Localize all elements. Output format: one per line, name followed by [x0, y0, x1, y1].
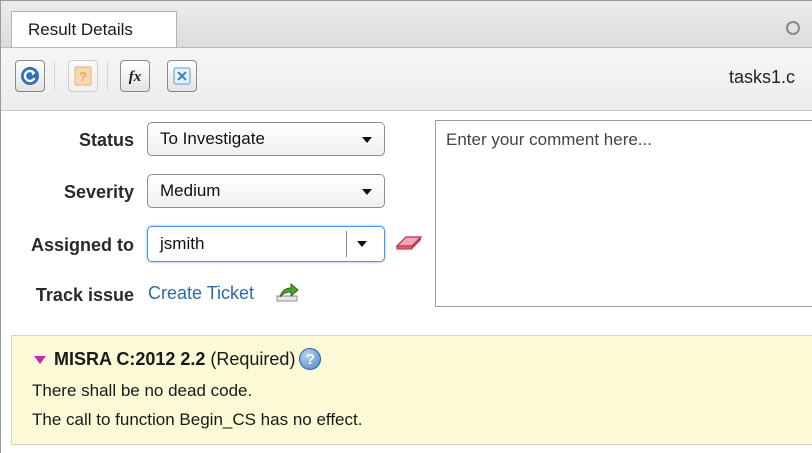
tab-strip: Result Details — [1, 1, 812, 48]
combo-divider — [346, 231, 347, 257]
panel-options-icon[interactable] — [786, 21, 800, 35]
svg-text:?: ? — [79, 69, 87, 84]
close-x-button[interactable] — [167, 60, 197, 92]
rule-name: MISRA C:2012 2.2 — [54, 348, 206, 369]
help-book-button[interactable]: ? — [68, 60, 98, 92]
rule-description: There shall be no dead code. — [32, 381, 253, 400]
function-fx-button[interactable]: fx — [120, 60, 150, 92]
collapse-triangle-icon[interactable] — [34, 356, 46, 364]
help-question-icon[interactable]: ? — [299, 348, 322, 370]
severity-label: Severity — [63, 182, 134, 202]
rule-info-box: MISRA C:2012 2.2 (Required) ? There shal… — [11, 335, 812, 445]
create-ticket-link[interactable]: Create Ticket — [148, 283, 254, 304]
track-issue-label: Track issue — [35, 285, 134, 305]
toolbar: ? fx tasks1.c — [1, 48, 812, 111]
chevron-down-icon — [362, 189, 372, 195]
export-arrow-icon[interactable] — [275, 280, 301, 304]
result-message: The call to function Begin_CS has no eff… — [32, 410, 363, 429]
comment-textarea[interactable] — [435, 120, 812, 307]
svg-text:fx: fx — [129, 69, 142, 85]
rule-header: MISRA C:2012 2.2 (Required) ? — [34, 348, 322, 370]
help-book-icon: ? — [74, 66, 92, 86]
status-value: To Investigate — [160, 129, 265, 148]
tab-result-details[interactable]: Result Details — [11, 11, 177, 47]
close-x-icon — [173, 67, 191, 85]
refresh-button[interactable] — [15, 60, 45, 92]
assigned-to-input-value[interactable]: jsmith — [160, 227, 204, 261]
chevron-down-icon — [362, 137, 372, 143]
assigned-to-label: Assigned to — [30, 235, 134, 255]
status-dropdown[interactable]: To Investigate — [147, 122, 385, 156]
eraser-icon[interactable] — [394, 233, 424, 251]
severity-dropdown[interactable]: Medium — [147, 174, 385, 208]
source-file-name: tasks1.c — [729, 67, 796, 87]
rule-category: (Required) — [210, 348, 296, 369]
severity-value: Medium — [160, 181, 221, 200]
function-fx-icon: fx — [129, 69, 142, 85]
assigned-to-combobox[interactable]: jsmith — [147, 226, 385, 262]
refresh-icon — [21, 67, 39, 85]
chevron-down-icon[interactable] — [357, 241, 367, 247]
status-label: Status — [78, 130, 134, 150]
result-details-panel: Result Details ? fx tasks1.c Status To I… — [0, 0, 812, 453]
